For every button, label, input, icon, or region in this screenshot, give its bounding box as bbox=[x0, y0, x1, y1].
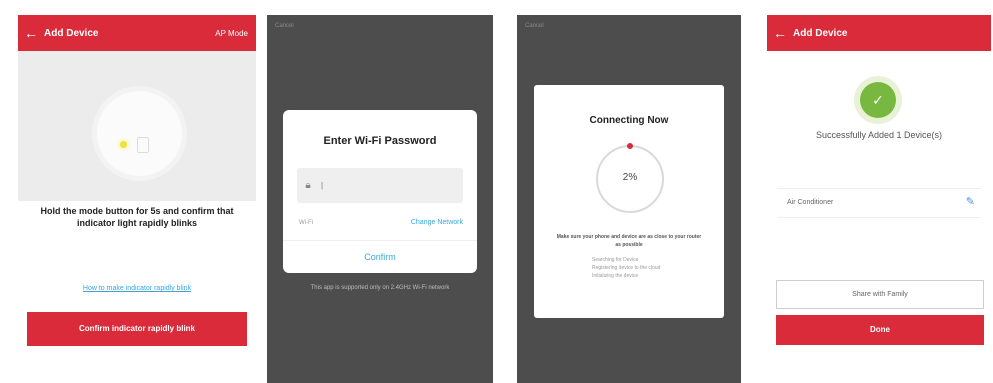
screen-add-device-ap-mode: ← Add Device AP Mode Hold the mode butto… bbox=[18, 15, 256, 383]
edit-pencil-icon[interactable]: ✎ bbox=[966, 195, 975, 208]
instruction-text: Hold the mode button for 5s and confirm … bbox=[40, 206, 234, 228]
help-link[interactable]: How to make indicator rapidly blink bbox=[38, 285, 236, 292]
change-network-link[interactable]: Change Network bbox=[411, 219, 463, 226]
device-name: Air Conditioner bbox=[787, 199, 834, 206]
cancel-link[interactable]: Cancel bbox=[275, 23, 294, 29]
indicator-light-icon bbox=[120, 141, 127, 148]
done-button[interactable]: Done bbox=[776, 315, 984, 345]
screen-wifi-password: Cancel Enter Wi-Fi Password 🔒︎ Wi-Fi Cha… bbox=[267, 15, 493, 383]
wifi-note: This app is supported only on 2.4GHz Wi-… bbox=[310, 285, 450, 291]
share-with-family-button[interactable]: Share with Family bbox=[776, 280, 984, 309]
wifi-password-dialog: Enter Wi-Fi Password 🔒︎ Wi-Fi Change Net… bbox=[283, 110, 477, 273]
page-title: Add Device bbox=[44, 27, 99, 39]
wifi-label: Wi-Fi bbox=[299, 220, 313, 226]
connecting-title: Connecting Now bbox=[589, 115, 669, 126]
page-title: Add Device bbox=[793, 27, 848, 39]
lock-icon: 🔒︎ bbox=[305, 180, 311, 191]
top-bar: ← Add Device bbox=[767, 15, 991, 51]
screen-device-added: ← Add Device ✓ Successfully Added 1 Devi… bbox=[767, 15, 991, 383]
step-item: Searching for Device bbox=[592, 257, 639, 263]
confirm-blink-button[interactable]: Confirm indicator rapidly blink bbox=[27, 312, 247, 346]
device-illustration-area bbox=[18, 51, 256, 201]
back-arrow-icon[interactable]: ← bbox=[18, 15, 44, 51]
back-arrow-icon[interactable]: ← bbox=[767, 15, 793, 51]
top-bar: ← Add Device AP Mode bbox=[18, 15, 256, 51]
step-item: Registering device to the cloud bbox=[592, 265, 661, 271]
confirm-button[interactable]: Confirm bbox=[283, 240, 477, 274]
connecting-card: Connecting Now 2% Make sure your phone a… bbox=[534, 85, 724, 318]
mode-button-icon bbox=[137, 137, 149, 153]
dialog-title: Enter Wi-Fi Password bbox=[323, 135, 437, 147]
password-input[interactable] bbox=[319, 180, 453, 191]
ap-mode-link[interactable]: AP Mode bbox=[215, 29, 256, 38]
device-row[interactable]: Air Conditioner ✎ bbox=[777, 188, 981, 218]
connecting-description: Make sure your phone and device are as c… bbox=[556, 234, 702, 248]
device-illustration bbox=[97, 91, 182, 176]
success-check-icon: ✓ bbox=[860, 82, 896, 118]
screen-connecting: Cancel Connecting Now 2% Make sure your … bbox=[517, 15, 741, 383]
password-field[interactable]: 🔒︎ bbox=[297, 168, 463, 203]
success-message: Successfully Added 1 Device(s) bbox=[815, 130, 943, 140]
connecting-steps: Searching for Device Registering device … bbox=[592, 256, 660, 280]
progress-value: 2% bbox=[622, 172, 638, 183]
progress-indicator bbox=[627, 143, 633, 149]
step-item: Initializing the device bbox=[592, 273, 639, 279]
progress-ring: 2% bbox=[596, 143, 664, 213]
cancel-link[interactable]: Cancel bbox=[525, 23, 544, 29]
